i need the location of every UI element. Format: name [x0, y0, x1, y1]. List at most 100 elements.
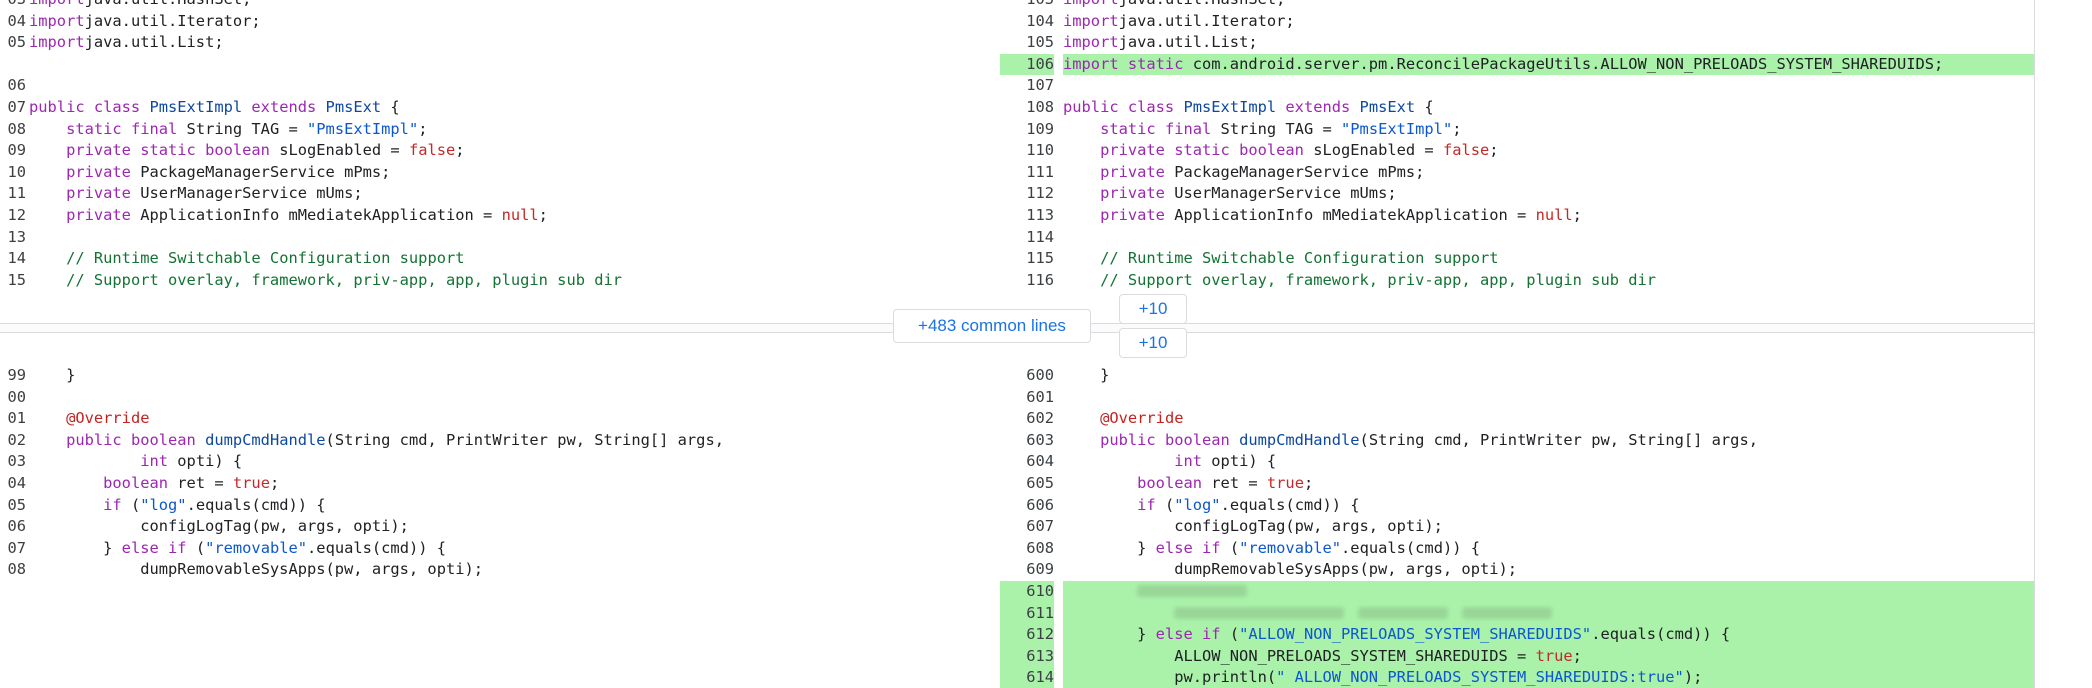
line-number[interactable]: 108 — [1000, 97, 1054, 119]
line-number[interactable]: 08 — [0, 119, 26, 141]
line-number[interactable]: 06 — [0, 516, 26, 538]
line-number[interactable]: 115 — [1000, 248, 1054, 270]
line-number[interactable]: 605 — [1000, 473, 1054, 495]
code-token: ( — [1229, 625, 1240, 644]
line-number[interactable]: 07 — [0, 97, 26, 119]
line-number[interactable]: 111 — [1000, 162, 1054, 184]
code-token: dumpCmdHandle — [205, 430, 326, 449]
line-number[interactable]: 614 — [1000, 667, 1054, 688]
line-number[interactable]: 109 — [1000, 119, 1054, 141]
code-token: if — [1137, 495, 1165, 514]
code-line: 105 importjava.util.List; — [1000, 32, 2035, 54]
line-number[interactable]: 112 — [1000, 183, 1054, 205]
code-token: public class — [29, 97, 150, 116]
line-number[interactable]: 103 — [1000, 0, 1054, 11]
code-line: 05 importjava.util.List; — [0, 32, 1000, 54]
code-line: 604 int opti) { — [1000, 451, 2035, 473]
code-token: ; — [1572, 646, 1582, 665]
line-number[interactable]: 601 — [1000, 387, 1054, 409]
line-number[interactable]: 609 — [1000, 559, 1054, 581]
code-line: 07 public class PmsExtImpl extends PmsExt… — [0, 97, 1000, 119]
code-token: // Support overlay, framework, priv-app,… — [66, 270, 623, 289]
code-token: (String cmd, PrintWriter pw, String[] ar… — [325, 430, 724, 449]
line-number[interactable]: 603 — [1000, 430, 1054, 452]
expand-down-button[interactable]: +10 — [1119, 328, 1187, 358]
expand-common-lines-button[interactable]: +483 common lines — [893, 309, 1091, 343]
line-number[interactable]: 15 — [0, 270, 26, 292]
line-number[interactable]: 04 — [0, 473, 26, 495]
line-number[interactable]: 116 — [1000, 270, 1054, 292]
line-number[interactable]: 113 — [1000, 205, 1054, 227]
line-number[interactable]: 05 — [0, 495, 26, 517]
line-number[interactable]: 05 — [0, 32, 26, 54]
expand-up-button[interactable]: +10 — [1119, 294, 1187, 324]
code-token: // Runtime Switchable Configuration supp… — [66, 249, 465, 268]
code-token: int — [140, 452, 178, 471]
line-number[interactable]: 114 — [1000, 227, 1054, 249]
line-number[interactable]: 12 — [0, 205, 26, 227]
line-number[interactable]: 105 — [1000, 32, 1054, 54]
line-number[interactable]: 606 — [1000, 495, 1054, 517]
code-line: 01 @Override — [0, 408, 1000, 430]
line-number[interactable]: 612 — [1000, 624, 1054, 646]
code-text: static final String TAG = "PmsExtImpl"; — [1063, 119, 2035, 141]
code-text: dumpRemovableSysApps(pw, args, opti); — [29, 559, 1000, 581]
line-number[interactable]: 604 — [1000, 451, 1054, 473]
line-number[interactable]: 02 — [0, 430, 26, 452]
line-number[interactable]: 110 — [1000, 140, 1054, 162]
code-token: import — [1063, 33, 1119, 52]
right-hunk-top: 103importjava.util.HashSet;104importjava… — [1000, 0, 2035, 291]
redacted-code — [1358, 607, 1449, 620]
line-number[interactable]: 106 — [1000, 53, 1054, 76]
code-token: boolean — [103, 473, 178, 492]
code-text: importjava.util.HashSet; — [1063, 0, 2035, 11]
line-number[interactable]: 99 — [0, 365, 26, 387]
code-line: 03importjava.util.HashSet; — [0, 0, 1000, 11]
code-line: 606 if ("log".equals(cmd)) { — [1000, 495, 2035, 517]
code-text: private PackageManagerService mPms; — [29, 162, 1000, 184]
line-number[interactable]: 03 — [0, 451, 26, 473]
code-token: } — [29, 538, 122, 557]
code-text: } else if ("ALLOW_NON_PRELOADS_SYSTEM_SH… — [1063, 624, 2035, 646]
line-number[interactable]: 07 — [0, 538, 26, 560]
line-number[interactable]: 08 — [0, 559, 26, 581]
line-number[interactable]: 11 — [0, 183, 26, 205]
line-number[interactable]: 06 — [0, 75, 26, 97]
code-text: private static boolean sLogEnabled = fal… — [1063, 140, 2035, 162]
line-number[interactable]: 03 — [0, 0, 26, 11]
line-number[interactable]: 611 — [1000, 602, 1054, 625]
line-number[interactable]: 104 — [1000, 11, 1054, 33]
line-number[interactable]: 09 — [0, 140, 26, 162]
code-text: int opti) { — [29, 451, 1000, 473]
line-number[interactable]: 600 — [1000, 365, 1054, 387]
line-number[interactable]: 608 — [1000, 538, 1054, 560]
line-number[interactable]: 00 — [0, 387, 26, 409]
code-line: 02 public boolean dumpCmdHandle(String c… — [0, 430, 1000, 452]
redacted-code — [1462, 607, 1553, 620]
line-number[interactable]: 610 — [1000, 580, 1054, 603]
code-token: configLogTag(pw, args, opti); — [29, 517, 409, 536]
line-number[interactable]: 602 — [1000, 408, 1054, 430]
line-number[interactable]: 613 — [1000, 645, 1054, 668]
line-number[interactable]: 13 — [0, 227, 26, 249]
code-token: " ALLOW_NON_PRELOADS_SYSTEM_SHAREDUIDS:t… — [1276, 668, 1684, 687]
code-line: 110 private static boolean sLogEnabled =… — [1000, 140, 2035, 162]
code-token: } — [29, 366, 76, 384]
code-text: public boolean dumpCmdHandle(String cmd,… — [1063, 430, 2035, 452]
line-number[interactable]: 14 — [0, 248, 26, 270]
line-number[interactable]: 01 — [0, 408, 26, 430]
line-number[interactable]: 04 — [0, 11, 26, 33]
line-number[interactable]: 107 — [1000, 75, 1054, 97]
line-number[interactable]: 10 — [0, 162, 26, 184]
code-line: 10 private PackageManagerService mPms; — [0, 162, 1000, 184]
line-number[interactable]: 607 — [1000, 516, 1054, 538]
